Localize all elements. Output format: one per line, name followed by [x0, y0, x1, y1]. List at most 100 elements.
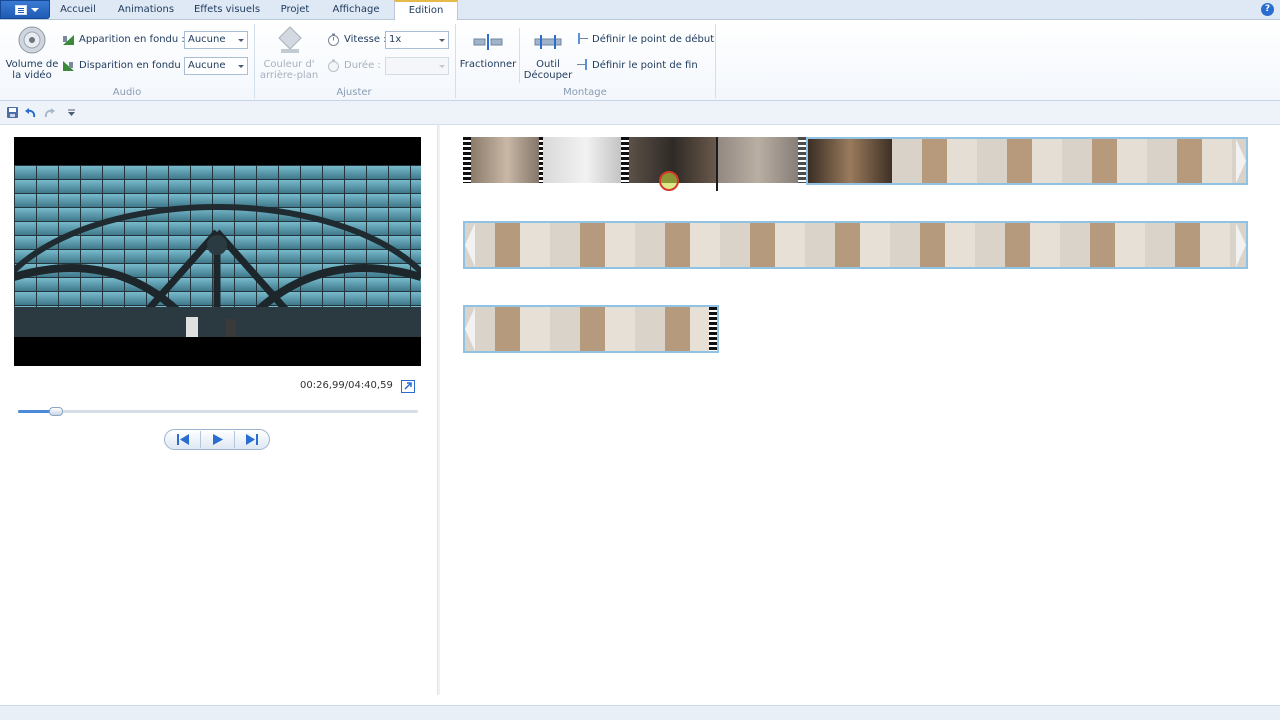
duration-label: Durée :: [344, 60, 381, 71]
clip-thumbnail: [543, 137, 629, 183]
undo-icon[interactable]: [24, 106, 37, 119]
application-menu-button[interactable]: [0, 0, 50, 19]
background-color-button: Couleur d' arrière-plan: [258, 24, 320, 84]
previous-frame-icon: [177, 434, 189, 445]
tab-edition[interactable]: Edition: [394, 0, 458, 21]
set-start-label: Définir le point de début: [592, 34, 715, 45]
bg-color-label-2: arrière-plan: [259, 70, 319, 81]
fade-out-select[interactable]: Aucune: [184, 57, 248, 75]
chevron-down-icon: [439, 65, 445, 68]
fade-out-value: Aucune: [188, 60, 226, 71]
film-sprocket: [798, 137, 806, 183]
status-bar: [0, 705, 1280, 720]
trim-label-2: Découper: [523, 70, 573, 81]
fade-in-icon: [63, 35, 74, 45]
redo-icon[interactable]: [43, 106, 56, 119]
seek-thumb[interactable]: [49, 407, 63, 416]
playback-controls: [164, 429, 270, 450]
quick-access-toolbar: [0, 101, 1280, 125]
separator: [519, 28, 520, 83]
clip-thumbnail: [465, 223, 1246, 267]
save-icon[interactable]: [6, 106, 19, 119]
fade-in-value: Aucune: [188, 34, 226, 45]
film-sprocket: [709, 307, 717, 351]
clip-6[interactable]: [463, 221, 1248, 269]
clip-thumbnail: [465, 307, 709, 351]
group-separator: [715, 24, 716, 98]
fade-in-label: Apparition en fondu :: [79, 34, 185, 45]
group-label-audio: Audio: [112, 87, 142, 98]
fade-out-icon: [63, 61, 74, 71]
duration-icon: [328, 59, 339, 72]
fullscreen-icon[interactable]: [401, 380, 415, 393]
tab-affichage[interactable]: Affichage: [326, 0, 386, 20]
transition-arrow: [1236, 223, 1246, 267]
speed-label: Vitesse :: [344, 34, 387, 45]
playback-time: 00:26,99/04:40,59: [300, 380, 393, 391]
set-end-label: Définir le point de fin: [592, 60, 698, 71]
film-sprocket: [463, 137, 471, 183]
customize-toolbar-icon[interactable]: [65, 106, 78, 119]
split-label: Fractionner: [459, 59, 517, 70]
set-end-point-button[interactable]: Définir le point de fin: [576, 58, 711, 74]
seek-bar[interactable]: [18, 410, 418, 413]
menu-icon: [15, 5, 27, 15]
split-icon: [473, 34, 503, 50]
transition-arrow: [1236, 139, 1246, 183]
play-icon: [213, 434, 223, 445]
trim-label-1: Outil: [536, 59, 560, 70]
cursor-click-indicator: [659, 171, 679, 191]
fade-out-label: Disparition en fondu :: [79, 60, 188, 71]
trim-tool-button[interactable]: Outil Découper: [522, 24, 574, 84]
tab-animations[interactable]: Animations: [108, 0, 184, 20]
ribbon: Volume de la vidéo Apparition en fondu :…: [0, 20, 1280, 101]
bg-color-label-1: Couleur d': [263, 59, 315, 70]
set-start-icon: [578, 33, 588, 44]
stopwatch-icon: [328, 33, 339, 46]
paint-bucket-icon: [278, 26, 302, 53]
play-button[interactable]: [201, 430, 234, 449]
set-start-point-button[interactable]: Définir le point de début: [576, 32, 715, 48]
transition-arrow: [465, 307, 475, 351]
tab-projet[interactable]: Projet: [270, 0, 320, 20]
tab-effets-visuels[interactable]: Effets visuels: [190, 0, 264, 20]
video-volume-button[interactable]: Volume de la vidéo: [4, 24, 60, 82]
speed-value: 1x: [389, 34, 402, 45]
group-label-montage: Montage: [563, 87, 607, 98]
chevron-down-icon: [31, 8, 39, 12]
chevron-down-icon: [439, 39, 445, 42]
video-preview[interactable]: [14, 137, 421, 366]
pane-splitter[interactable]: [437, 125, 440, 695]
split-button[interactable]: Fractionner: [459, 24, 517, 74]
chevron-down-icon: [238, 65, 244, 68]
video-frame-image: [14, 137, 421, 366]
film-sprocket: [621, 137, 629, 183]
fade-in-select[interactable]: Aucune: [184, 31, 248, 49]
volume-label-1: Volume de: [5, 59, 59, 70]
clip-thumbnail: [471, 137, 543, 183]
expand-arrow-icon: [404, 382, 412, 390]
ribbon-tab-bar: Accueil Animations Effets visuels Projet…: [0, 0, 1280, 21]
help-icon[interactable]: ?: [1261, 3, 1274, 16]
set-end-icon: [577, 59, 587, 70]
clip-thumbnail: [892, 139, 1246, 183]
group-label-ajuster: Ajuster: [336, 87, 372, 98]
clip-1[interactable]: [463, 137, 543, 185]
clip-thumbnail: [808, 139, 892, 183]
clip-5[interactable]: [806, 137, 1248, 185]
volume-label-2: la vidéo: [12, 70, 52, 81]
clip-7[interactable]: [463, 305, 719, 353]
storyboard-pane: [441, 125, 1280, 705]
transition-arrow: [465, 223, 475, 267]
chevron-down-icon: [238, 39, 244, 42]
clip-4[interactable]: [718, 137, 806, 185]
tab-accueil[interactable]: Accueil: [52, 0, 104, 20]
clip-2[interactable]: [543, 137, 629, 185]
duration-select: [385, 57, 449, 75]
next-frame-icon: [246, 434, 258, 445]
trim-icon: [534, 35, 562, 49]
speed-select[interactable]: 1x: [385, 31, 449, 49]
previous-frame-button[interactable]: [165, 430, 200, 449]
speaker-icon: [18, 26, 46, 54]
next-frame-button[interactable]: [235, 430, 270, 449]
